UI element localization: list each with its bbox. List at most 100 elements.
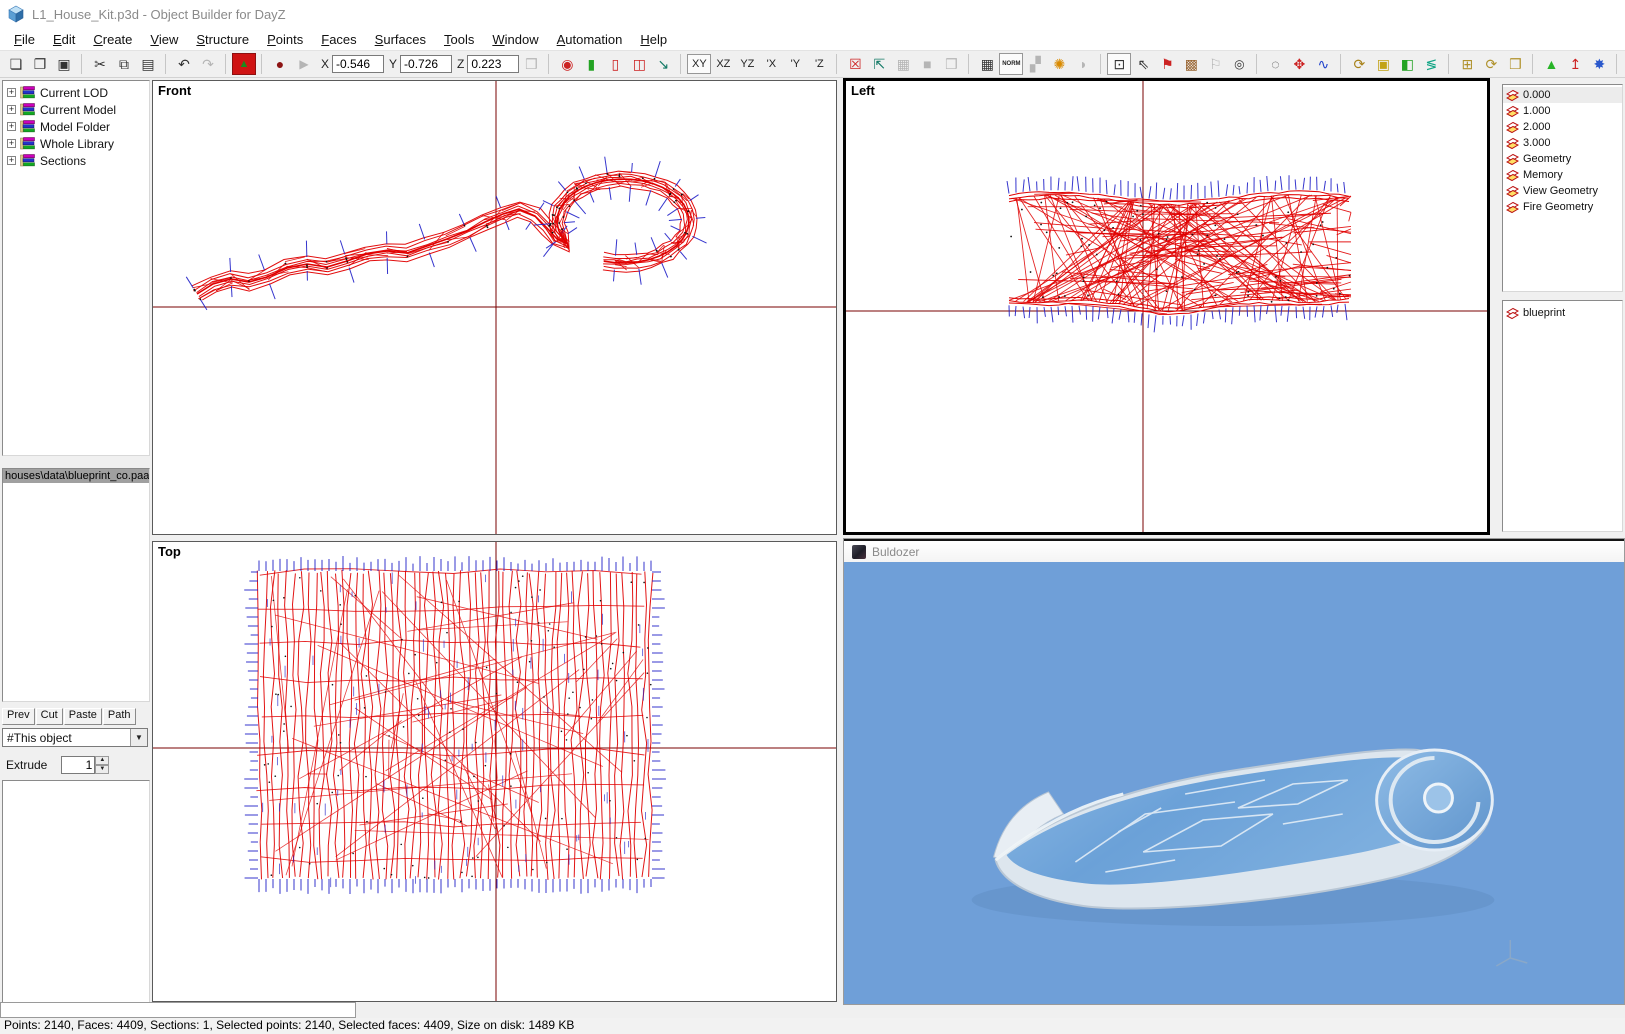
extrude-box-icon[interactable]: ❒ (1503, 53, 1527, 75)
tree-item[interactable]: + Current Model (3, 101, 149, 118)
expand-icon[interactable]: + (7, 105, 16, 114)
mirror-icon[interactable]: ◧ (1395, 53, 1419, 75)
no-snap-icon[interactable]: ☒ (843, 53, 867, 75)
coord-x-input[interactable] (332, 55, 384, 73)
plane-button[interactable]: 'X (759, 54, 783, 74)
grid-icon[interactable]: ▦ (975, 53, 999, 75)
menu-item[interactable]: Help (631, 30, 676, 49)
lod-item[interactable]: 0.000 (1503, 87, 1622, 103)
expand-icon[interactable]: + (7, 122, 16, 131)
status-edit-field[interactable] (0, 1002, 356, 1018)
tree-item[interactable]: + Model Folder (3, 118, 149, 135)
copy-icon[interactable]: ⧉ (112, 53, 136, 75)
texture-action-button[interactable]: Prev (2, 708, 35, 725)
spin-up-icon[interactable]: ▲ (95, 756, 109, 765)
lod-item[interactable]: 3.000 (1503, 135, 1622, 151)
viewport-left[interactable]: Left (843, 78, 1490, 535)
menu-item[interactable]: Faces (312, 30, 365, 49)
cut-icon[interactable]: ✂ (88, 53, 112, 75)
menu-item[interactable]: Tools (435, 30, 483, 49)
extrude-path-icon[interactable]: ⟳ (1479, 53, 1503, 75)
tree-item[interactable]: + Sections (3, 152, 149, 169)
texture-view-icon[interactable]: ▦ (891, 53, 915, 75)
paste-icon[interactable]: ▤ (136, 53, 160, 75)
extrude-icon[interactable]: ⊞ (1455, 53, 1479, 75)
spin-down-icon[interactable]: ▼ (95, 765, 109, 774)
plane-button[interactable]: XY (687, 54, 711, 74)
drag-vertex-icon[interactable]: ↘ (651, 53, 675, 75)
terrain-icon[interactable]: ▲ (232, 53, 256, 75)
menu-item[interactable]: Edit (44, 30, 84, 49)
select-flag-icon[interactable]: ⚑ (1155, 53, 1179, 75)
coord-y-input[interactable] (400, 55, 452, 73)
show-points-icon[interactable]: ◉ (555, 53, 579, 75)
triangle-info-icon[interactable]: ▲ (1539, 53, 1563, 75)
lod-item[interactable]: 1.000 (1503, 103, 1622, 119)
wire-view-icon[interactable]: ❒ (939, 53, 963, 75)
zoom-region-icon[interactable]: ⊡ (1107, 53, 1131, 75)
lod-item[interactable]: Fire Geometry (1503, 199, 1622, 215)
undo-icon[interactable]: ↶ (172, 53, 196, 75)
zoom-icon[interactable]: ◎ (1227, 53, 1251, 75)
move-points-icon[interactable]: ✥ (1287, 53, 1311, 75)
surface-icon[interactable]: ◗ (1071, 53, 1095, 75)
menu-item[interactable]: Surfaces (366, 30, 435, 49)
tree-item[interactable]: + Whole Library (3, 135, 149, 152)
preview-cube-icon[interactable]: ❒ (519, 53, 543, 75)
texture-list-item[interactable]: houses\data\blueprint_co.paa (3, 469, 149, 483)
texture-action-button[interactable]: Path (103, 708, 136, 725)
menu-item[interactable]: View (141, 30, 187, 49)
shade-view-icon[interactable]: ■ (915, 53, 939, 75)
show-faces-icon[interactable]: ▮ (579, 53, 603, 75)
lod-item[interactable]: Geometry (1503, 151, 1622, 167)
selection-dropdown[interactable]: #This object ▼ (2, 728, 148, 747)
buldozer-viewport[interactable] (844, 562, 1624, 1004)
bend-icon[interactable]: ∿ (1311, 53, 1335, 75)
expand-icon[interactable]: + (7, 139, 16, 148)
buldozer-title-bar[interactable]: Buldozer (844, 539, 1624, 562)
selected-texture-item[interactable]: blueprint (1503, 305, 1622, 321)
show-normals-icon[interactable]: ◫ (627, 53, 651, 75)
coord-z-input[interactable] (467, 55, 519, 73)
flatten-icon[interactable]: ≶ (1419, 53, 1443, 75)
menu-item[interactable]: Window (483, 30, 547, 49)
rotate-icon[interactable]: ⟳ (1347, 53, 1371, 75)
lod-item[interactable]: 2.000 (1503, 119, 1622, 135)
pinwheel-icon[interactable]: ✺ (1047, 53, 1071, 75)
plane-button[interactable]: 'Y (783, 54, 807, 74)
viewport-front[interactable]: Front (152, 80, 837, 535)
snap-vertex-icon[interactable]: ⇱ (867, 53, 891, 75)
expand-icon[interactable]: + (7, 156, 16, 165)
expand-icon[interactable]: + (7, 88, 16, 97)
hide-selection-icon[interactable]: ▯ (603, 53, 627, 75)
extrude-input[interactable] (61, 756, 95, 774)
viewport-top[interactable]: Top (152, 541, 837, 1002)
plane-button[interactable]: XZ (711, 54, 735, 74)
menu-item[interactable]: Structure (187, 30, 258, 49)
viewer-icon[interactable]: ▞ (1023, 53, 1047, 75)
select-poly-icon[interactable]: ▩ (1179, 53, 1203, 75)
menu-item[interactable]: Points (258, 30, 312, 49)
play-icon[interactable]: ▶ (292, 53, 316, 75)
save-icon[interactable]: ▣ (52, 53, 76, 75)
lod-item[interactable]: View Geometry (1503, 183, 1622, 199)
lod-item[interactable]: Memory (1503, 167, 1622, 183)
select-gray-flag-icon[interactable]: ⚐ (1203, 53, 1227, 75)
new-file-icon[interactable]: ❏ (4, 53, 28, 75)
redo-icon[interactable]: ↷ (196, 53, 220, 75)
tree-item[interactable]: + Current LOD (3, 84, 149, 101)
menu-item[interactable]: File (5, 30, 44, 49)
texture-action-button[interactable]: Paste (64, 708, 102, 725)
open-file-icon[interactable]: ❐ (28, 53, 52, 75)
lasso-icon[interactable]: ◌ (1263, 53, 1287, 75)
menu-item[interactable]: Automation (548, 30, 632, 49)
plane-button[interactable]: YZ (735, 54, 759, 74)
texture-action-button[interactable]: Cut (36, 708, 63, 725)
select-vertices-icon[interactable]: ⇖ (1131, 53, 1155, 75)
chevron-down-icon[interactable]: ▼ (130, 729, 147, 746)
plane-button[interactable]: 'Z (807, 54, 831, 74)
point-info-icon[interactable]: ↥ (1563, 53, 1587, 75)
record-icon[interactable]: ● (268, 53, 292, 75)
menu-item[interactable]: Create (84, 30, 141, 49)
scale-icon[interactable]: ▣ (1371, 53, 1395, 75)
